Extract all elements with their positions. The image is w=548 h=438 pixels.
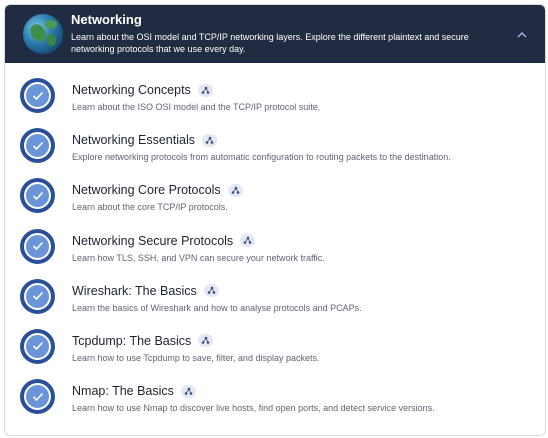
module-header-text: Networking Learn about the OSI model and… xyxy=(71,11,491,55)
room-description: Explore networking protocols from automa… xyxy=(72,152,451,163)
completed-check-icon xyxy=(20,328,55,364)
room-description: Learn about the core TCP/IP protocols. xyxy=(72,202,228,213)
completed-check-icon xyxy=(20,228,55,264)
room-title[interactable]: Wireshark: The Basics xyxy=(72,283,197,299)
room-item[interactable]: Tcpdump: The Basics Learn how to use Tcp… xyxy=(5,322,545,372)
room-title[interactable]: Nmap: The Basics xyxy=(72,383,174,399)
network-icon xyxy=(240,234,256,248)
room-title[interactable]: Tcpdump: The Basics xyxy=(72,333,191,349)
room-item[interactable]: Networking Secure Protocols Learn how TL… xyxy=(5,222,545,272)
room-title[interactable]: Networking Concepts xyxy=(72,82,191,98)
module-description: Learn about the OSI model and TCP/IP net… xyxy=(71,32,469,54)
module-title: Networking xyxy=(71,12,142,27)
room-description: Learn how TLS, SSH, and VPN can secure y… xyxy=(72,252,325,263)
network-icon xyxy=(198,334,214,348)
network-icon xyxy=(203,284,219,298)
room-description: Learn how to use Tcpdump to save, filter… xyxy=(72,352,320,363)
completed-check-icon xyxy=(20,379,55,415)
room-description: Learn about the ISO OSI model and the TC… xyxy=(72,102,321,112)
room-list: Networking Concepts Learn about the ISO … xyxy=(5,71,545,422)
completed-check-icon xyxy=(20,128,55,164)
completed-check-icon xyxy=(20,278,55,314)
room-item[interactable]: Networking Concepts Learn about the ISO … xyxy=(5,71,545,121)
network-icon xyxy=(197,83,213,97)
completed-check-icon xyxy=(20,78,55,113)
room-item[interactable]: Wireshark: The Basics Learn the basics o… xyxy=(5,272,545,322)
room-description: Learn how to use Nmap to discover live h… xyxy=(72,403,435,414)
room-title[interactable]: Networking Essentials xyxy=(72,132,195,148)
module-header[interactable]: Networking Learn about the OSI model and… xyxy=(5,5,545,63)
network-icon xyxy=(201,133,217,147)
room-title[interactable]: Networking Secure Protocols xyxy=(72,233,233,249)
room-item[interactable]: Networking Essentials Explore networking… xyxy=(5,121,545,171)
completed-check-icon xyxy=(20,178,55,214)
chevron-up-icon[interactable] xyxy=(515,27,529,41)
room-item[interactable]: Nmap: The Basics Learn how to use Nmap t… xyxy=(5,372,545,422)
room-title[interactable]: Networking Core Protocols xyxy=(72,182,221,198)
network-icon xyxy=(180,384,196,398)
globe-icon xyxy=(23,14,63,54)
room-item[interactable]: Networking Core Protocols Learn about th… xyxy=(5,171,545,221)
network-icon xyxy=(227,183,243,197)
module-card: Networking Learn about the OSI model and… xyxy=(4,4,546,436)
room-description: Learn the basics of Wireshark and how to… xyxy=(72,302,362,313)
